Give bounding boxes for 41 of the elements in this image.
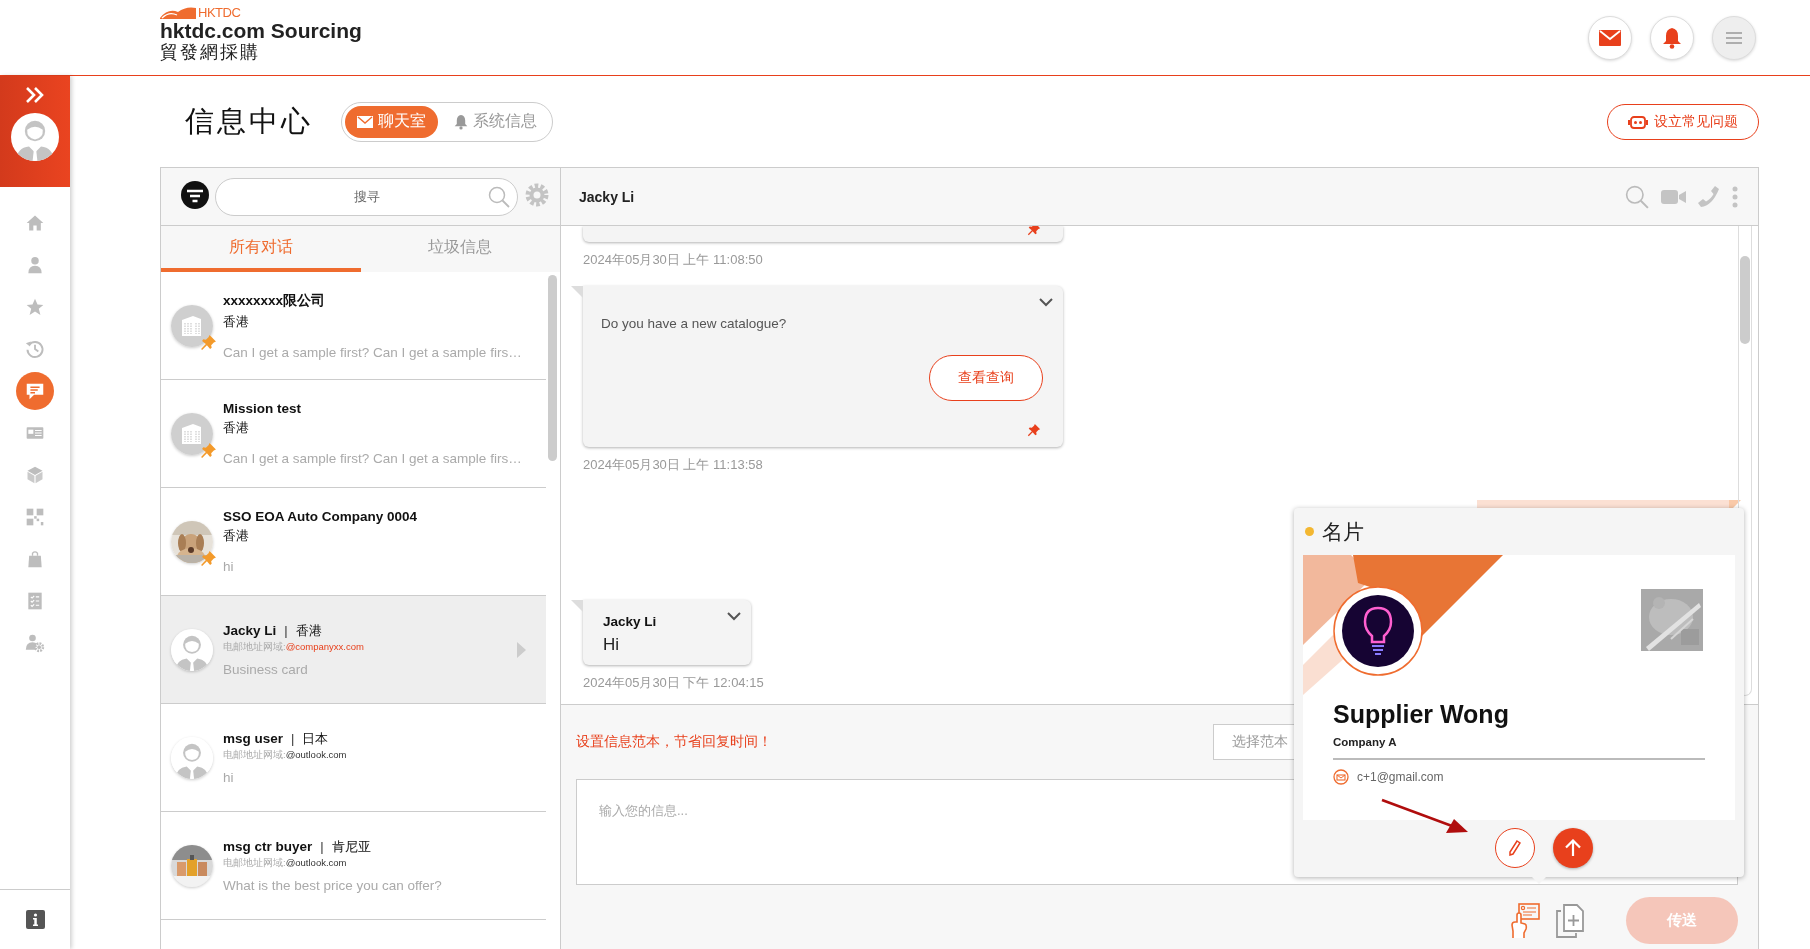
contact-name: Mission test [223,401,302,416]
email-domain: @outlook.com [285,749,347,762]
logo-title: hktdc.com Sourcing [160,20,362,42]
contact-location: 肯尼亚 [331,838,371,856]
message-preview: Can I get a sample first? Can I get a sample firs… [223,451,523,466]
contact-location: 香港 [223,419,250,437]
contact-name: msg ctr buyer [223,839,313,854]
company-name: Company A [1333,736,1705,760]
message-time: 2024年05月30日 上午 11:13:58 [583,456,764,474]
contact-name: msg user [223,731,284,746]
contact-name: SSO EOA Auto Company 0004 [223,509,419,524]
contact-name: Supplier Wong [1333,700,1510,729]
message-preview: hi [223,559,235,574]
logo-subtitle: 貿發網採購 [160,42,261,62]
email-domain: @companyxx.com [285,641,364,654]
email-domain: @outlook.com [285,857,347,870]
contact-location: 香港 [223,527,250,545]
message-time: 2024年05月30日 下午 12:04:15 [583,674,765,692]
page-title: 信息中心 [185,103,313,139]
contact-name: Jacky Li [223,623,277,638]
message-preview: What is the best price you can offer? [223,878,443,893]
sender-name: Jacky Li [603,614,658,629]
separator: | [291,731,295,746]
logo-mark: HKTDC [198,6,241,19]
contact-location: 日本 [302,730,329,748]
message-preview: Business card [223,662,309,677]
template-hint: 设置信息范本，节省回复时间！ [576,733,772,751]
contact-location: 香港 [223,312,250,331]
contact-location: 香港 [295,622,322,640]
separator: | [320,839,324,854]
popup-title: 名片 [1322,518,1364,545]
separator: | [284,623,288,638]
message-text: Do you have a new catalogue? [601,316,788,331]
message-preview: hi [223,770,235,785]
chat-contact-name: Jacky Li [579,188,635,205]
message-text: Hi [603,635,621,655]
contact-name: xxxxxxxx限公司 [223,291,327,310]
email-label: 电邮地址网域: [223,749,286,762]
message-time: 2024年05月30日 上午 11:08:50 [583,251,764,269]
message-preview: Can I get a sample first? Can I get a sample firs… [223,344,523,360]
email-label: 电邮地址网域: [223,857,286,870]
